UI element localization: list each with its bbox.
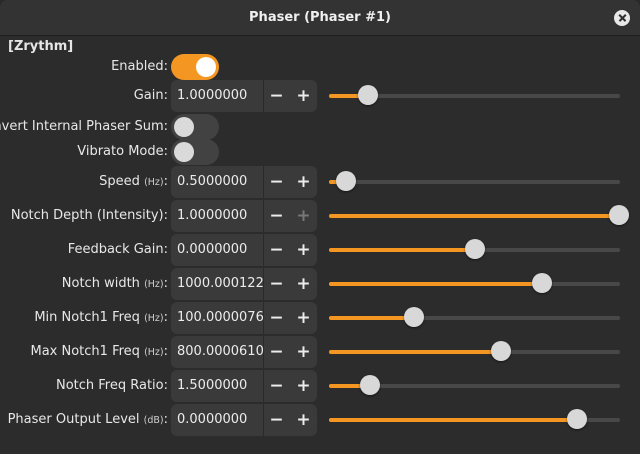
enabled-toggle[interactable] xyxy=(171,54,219,80)
notch-ratio-value[interactable]: 1.5000000 xyxy=(177,378,263,394)
notch-width-slider[interactable] xyxy=(329,273,620,293)
unit-label: (Hz) xyxy=(144,347,164,358)
notch-depth-value[interactable]: 1.0000000 xyxy=(177,208,263,224)
slider-fill xyxy=(329,214,619,218)
param-label-speed: Speed (Hz): xyxy=(99,174,168,189)
min-notch-decrement-button[interactable]: − xyxy=(263,302,290,334)
notch-depth-increment-button[interactable]: + xyxy=(290,200,317,232)
window-title: Phaser (Phaser #1) xyxy=(249,10,391,25)
notch-depth-decrement-button[interactable]: − xyxy=(263,200,290,232)
notch-width-increment-button[interactable]: + xyxy=(290,268,317,300)
output-level-increment-button[interactable]: + xyxy=(290,404,317,436)
notch-width-value[interactable]: 1000.0001221 xyxy=(177,276,263,292)
output-level-spinbutton[interactable]: 0.0000000 − + xyxy=(171,404,317,436)
slider-fill xyxy=(329,282,542,286)
vibrato-toggle[interactable] xyxy=(171,139,219,165)
gain-value[interactable]: 1.0000000 xyxy=(177,88,263,104)
enabled-label: Enabled: xyxy=(111,59,168,74)
slider-knob[interactable] xyxy=(465,239,485,259)
notch-depth-slider[interactable] xyxy=(329,205,629,225)
speed-spinbutton[interactable]: 0.5000000 − + xyxy=(171,166,317,198)
param-label-output-level: Phaser Output Level (dB): xyxy=(7,412,168,427)
param-label-notch-depth: Notch Depth (Intensity): xyxy=(10,208,168,223)
max-notch-decrement-button[interactable]: − xyxy=(263,336,290,368)
feedback-increment-button[interactable]: + xyxy=(290,234,317,266)
slider-knob[interactable] xyxy=(609,205,629,225)
notch-ratio-increment-button[interactable]: + xyxy=(290,370,317,402)
speed-decrement-button[interactable]: − xyxy=(263,166,290,198)
output-level-decrement-button[interactable]: − xyxy=(263,404,290,436)
min-notch-spinbutton[interactable]: 100.0000076 − + xyxy=(171,302,317,334)
slider-fill xyxy=(329,350,501,354)
slider-knob[interactable] xyxy=(491,341,511,361)
unit-label: (Hz) xyxy=(144,177,164,188)
speed-slider[interactable] xyxy=(329,171,620,191)
toggle-knob xyxy=(174,117,194,137)
feedback-value[interactable]: 0.0000000 xyxy=(177,242,263,258)
unit-label: (Hz) xyxy=(144,279,164,290)
param-label-gain: Gain: xyxy=(133,88,168,103)
output-level-value[interactable]: 0.0000000 xyxy=(177,412,263,428)
param-label-max-notch: Max Notch1 Freq (Hz): xyxy=(30,344,169,359)
slider-knob[interactable] xyxy=(336,171,356,191)
toggle-knob xyxy=(196,57,216,77)
max-notch-spinbutton[interactable]: 800.0000610 − + xyxy=(171,336,317,368)
slider-fill xyxy=(329,248,475,252)
notch-ratio-decrement-button[interactable]: − xyxy=(263,370,290,402)
feedback-decrement-button[interactable]: − xyxy=(263,234,290,266)
notch-ratio-spinbutton[interactable]: 1.5000000 − + xyxy=(171,370,317,402)
param-label-notch-width: Notch width (Hz): xyxy=(61,276,168,291)
section-title: [Zrythm] xyxy=(8,39,74,54)
vibrato-label: Vibrato Mode: xyxy=(77,144,168,159)
unit-label: (dB) xyxy=(143,415,164,426)
slider-fill xyxy=(329,418,577,422)
slider-knob[interactable] xyxy=(567,409,587,429)
close-icon[interactable] xyxy=(614,10,630,26)
notch-ratio-slider[interactable] xyxy=(329,375,620,395)
plugin-window: Phaser (Phaser #1) [Zrythm] Enabled: Gai… xyxy=(0,0,640,454)
slider-knob[interactable] xyxy=(360,375,380,395)
slider-knob[interactable] xyxy=(532,273,552,293)
min-notch-slider[interactable] xyxy=(329,307,620,327)
toggle-knob xyxy=(174,142,194,162)
notch-depth-spinbutton[interactable]: 1.0000000 − + xyxy=(171,200,317,232)
feedback-slider[interactable] xyxy=(329,239,620,259)
gain-slider[interactable] xyxy=(329,85,620,105)
notch-width-spinbutton[interactable]: 1000.0001221 − + xyxy=(171,268,317,300)
output-level-slider[interactable] xyxy=(329,409,620,429)
speed-value[interactable]: 0.5000000 xyxy=(177,174,263,190)
notch-width-decrement-button[interactable]: − xyxy=(263,268,290,300)
titlebar: Phaser (Phaser #1) xyxy=(0,0,640,36)
unit-label: (Hz) xyxy=(144,313,164,324)
feedback-spinbutton[interactable]: 0.0000000 − + xyxy=(171,234,317,266)
max-notch-value[interactable]: 800.0000610 xyxy=(177,344,263,360)
param-label-min-notch: Min Notch1 Freq (Hz): xyxy=(34,310,168,325)
invert-toggle[interactable] xyxy=(171,114,219,140)
max-notch-increment-button[interactable]: + xyxy=(290,336,317,368)
max-notch-slider[interactable] xyxy=(329,341,620,361)
invert-label: Invert Internal Phaser Sum: xyxy=(0,119,168,134)
speed-increment-button[interactable]: + xyxy=(290,166,317,198)
min-notch-value[interactable]: 100.0000076 xyxy=(177,310,263,326)
slider-knob[interactable] xyxy=(358,85,378,105)
gain-spinbutton[interactable]: 1.0000000 − + xyxy=(171,80,317,112)
min-notch-increment-button[interactable]: + xyxy=(290,302,317,334)
slider-knob[interactable] xyxy=(404,307,424,327)
param-label-feedback: Feedback Gain: xyxy=(67,242,168,257)
slider-fill xyxy=(329,316,414,320)
gain-increment-button[interactable]: + xyxy=(290,80,317,112)
param-label-notch-ratio: Notch Freq Ratio: xyxy=(55,378,168,393)
gain-decrement-button[interactable]: − xyxy=(263,80,290,112)
